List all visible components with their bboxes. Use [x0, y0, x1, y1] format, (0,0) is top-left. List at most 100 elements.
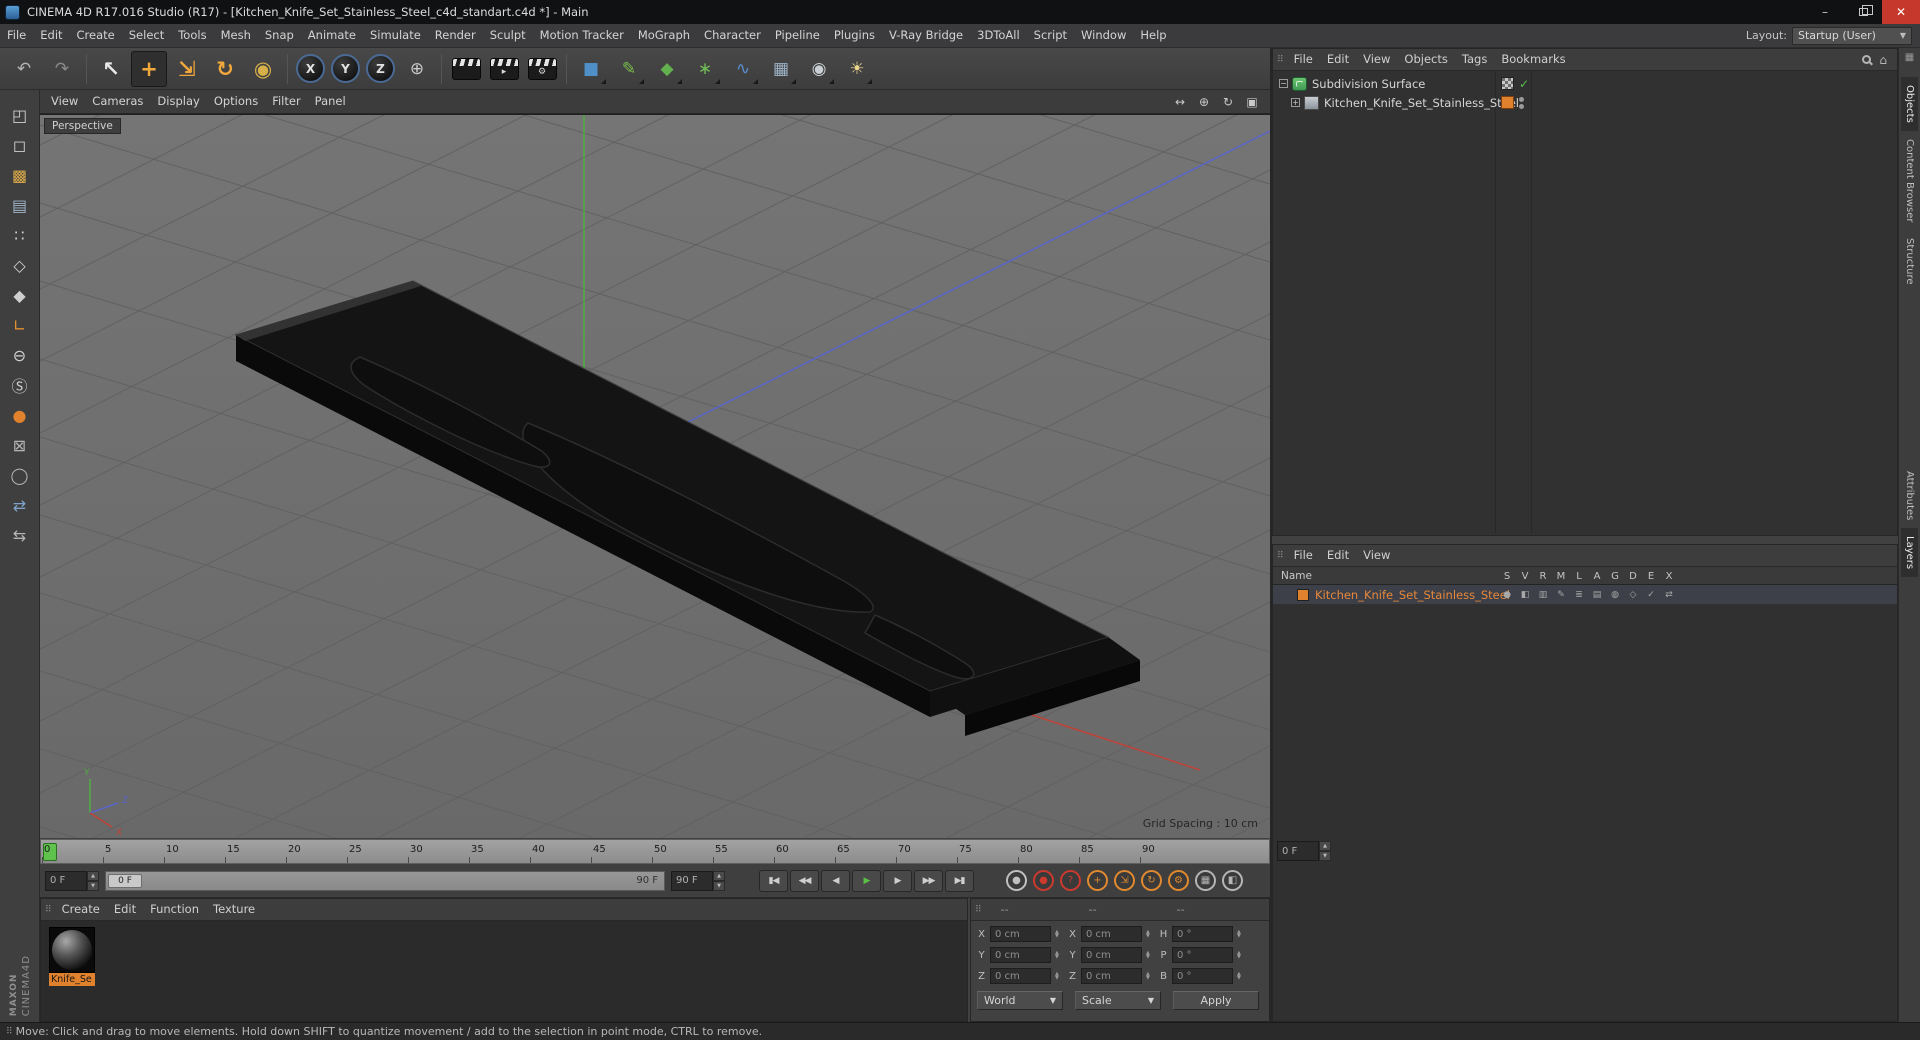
toolbar-button[interactable]: ☀	[839, 51, 875, 87]
layer-toggle[interactable]: ≣	[1570, 590, 1588, 600]
menu-item[interactable]: Sculpt	[483, 24, 533, 47]
layer-toggle[interactable]: ▥	[1534, 590, 1552, 600]
position-field[interactable]: 0 cm	[990, 947, 1051, 963]
object-manager-menu-item[interactable]: Tags	[1455, 49, 1494, 70]
x-axis-lock-button[interactable]: X	[296, 54, 325, 83]
layer-toggle[interactable]: ✎	[1552, 590, 1570, 600]
field-stepper[interactable]: ▲ ▼	[1055, 972, 1064, 981]
menu-item[interactable]: Create	[70, 24, 122, 47]
maximize-button[interactable]	[1844, 0, 1882, 24]
size-field[interactable]: 0 cm	[1081, 968, 1142, 984]
step-up-icon[interactable]: ▲	[1319, 841, 1331, 851]
palette-button[interactable]: ◰	[4, 100, 36, 130]
material-tag-icon[interactable]	[1501, 96, 1514, 109]
step-up-icon[interactable]: ▲	[713, 870, 725, 881]
field-stepper[interactable]: ▲ ▼	[1146, 972, 1155, 981]
viewport-menu-item[interactable]: Display	[150, 90, 206, 113]
toolbar-button[interactable]: ∿	[725, 51, 761, 87]
step-down-icon[interactable]: ▼	[87, 880, 99, 891]
dock-tab[interactable]: Attributes	[1901, 463, 1918, 528]
viewport-nav-icon[interactable]: ↔	[1172, 95, 1188, 109]
object-manager-menu-item[interactable]: File	[1287, 49, 1320, 70]
field-stepper[interactable]: ▲ ▼	[1146, 930, 1155, 939]
rotation-field[interactable]: 0 °	[1172, 947, 1233, 963]
field-stepper[interactable]: ▲ ▼	[1237, 930, 1246, 939]
layer-toggle[interactable]: ⇄	[1660, 590, 1678, 600]
enabled-check-icon[interactable]: ✓	[1519, 77, 1529, 91]
keyframe-button[interactable]: ◧	[1222, 870, 1243, 891]
palette-button[interactable]: ◯	[4, 460, 36, 490]
layer-menu-item[interactable]: Edit	[1320, 545, 1356, 566]
viewport-nav-icon[interactable]: ▣	[1244, 95, 1260, 109]
toolbar-button[interactable]: ↻	[207, 51, 243, 87]
menu-item[interactable]: Edit	[33, 24, 69, 47]
expand-icon[interactable]: +	[1291, 98, 1300, 107]
field-stepper[interactable]: ▲ ▼	[1146, 951, 1155, 960]
dock-tab[interactable]: Structure	[1901, 230, 1918, 293]
visibility-dots-icon[interactable]	[1519, 96, 1524, 109]
palette-button[interactable]: ▤	[4, 190, 36, 220]
keyframe-button[interactable]: ▦	[1195, 870, 1216, 891]
render-button[interactable]: ▸	[486, 51, 522, 87]
transport-button[interactable]: ▶	[852, 869, 881, 892]
palette-button[interactable]: ⇄	[4, 490, 36, 520]
menu-item[interactable]: Motion Tracker	[533, 24, 631, 47]
viewport-nav-icon[interactable]: ↻	[1220, 95, 1236, 109]
viewport-menu-item[interactable]: View	[44, 90, 85, 113]
transport-button[interactable]: ▮◀	[759, 869, 788, 892]
transport-button[interactable]: ◀	[821, 869, 850, 892]
palette-button[interactable]: ⊖	[4, 340, 36, 370]
position-field[interactable]: 0 cm	[990, 926, 1051, 942]
palette-button[interactable]: ⊠	[4, 430, 36, 460]
palette-button[interactable]: ⇆	[4, 520, 36, 550]
menu-item[interactable]: File	[0, 24, 33, 47]
position-field[interactable]: 0 cm	[990, 968, 1051, 984]
toolbar-button[interactable]: ▦	[763, 51, 799, 87]
object-manager-menu-item[interactable]: View	[1356, 49, 1397, 70]
home-icon[interactable]: ⌂	[1879, 53, 1887, 67]
grip-icon[interactable]: ⠿	[45, 905, 52, 915]
menu-item[interactable]: MoGraph	[631, 24, 697, 47]
field-stepper[interactable]: ▲ ▼	[1055, 951, 1064, 960]
menu-item[interactable]: Script	[1027, 24, 1074, 47]
keyframe-button[interactable]: ⚙	[1168, 870, 1189, 891]
material-menu-item[interactable]: Function	[143, 899, 206, 920]
grip-icon[interactable]: ⠿	[1277, 55, 1284, 65]
coordinate-system-button[interactable]: ⊕	[399, 51, 435, 87]
rotation-field[interactable]: 0 °	[1172, 926, 1233, 942]
viewport-menu-item[interactable]: Cameras	[85, 90, 150, 113]
transport-button[interactable]: ▶▶	[914, 869, 943, 892]
viewport-menu-item[interactable]: Filter	[265, 90, 307, 113]
toolbar-button[interactable]: ⇲	[169, 51, 205, 87]
step-down-icon[interactable]: ▼	[713, 880, 725, 891]
layer-toggle[interactable]: ◍	[1606, 590, 1624, 600]
rotation-field[interactable]: 0 °	[1172, 968, 1233, 984]
menu-item[interactable]: Pipeline	[768, 24, 827, 47]
menu-item[interactable]: Select	[122, 24, 171, 47]
object-row-knife-set[interactable]: + Kitchen_Knife_Set_Stainless_Steel	[1273, 93, 1897, 112]
palette-button[interactable]: Ⓢ	[4, 370, 36, 400]
toolbar-button[interactable]: ↷	[44, 51, 80, 87]
keyframe-button[interactable]: ⇲	[1114, 870, 1135, 891]
scale-mode-select[interactable]: Scale ▼	[1075, 991, 1161, 1010]
layer-toggle[interactable]: ◧	[1516, 590, 1534, 600]
field-stepper[interactable]: ▲ ▼	[1237, 972, 1246, 981]
keyframe-button[interactable]: ?	[1060, 870, 1081, 891]
palette-button[interactable]: ◻	[4, 130, 36, 160]
viewport-view-label[interactable]: Perspective	[44, 118, 121, 134]
menu-item[interactable]: 3DToAll	[970, 24, 1027, 47]
layer-row[interactable]: Kitchen_Knife_Set_Stainless_Steel ● ◧ ▥ ✎ ≣ ▤…	[1273, 585, 1897, 604]
keyframe-button[interactable]: ↻	[1141, 870, 1162, 891]
palette-button[interactable]: ◇	[4, 250, 36, 280]
keyframe-button[interactable]: +	[1087, 870, 1108, 891]
layer-menu-item[interactable]: File	[1287, 545, 1320, 566]
grip-icon[interactable]: ⠿	[1277, 551, 1284, 561]
menu-item[interactable]: Animate	[301, 24, 363, 47]
layer-toggle[interactable]: ●	[1498, 590, 1516, 600]
dock-tab[interactable]: Layers	[1901, 528, 1918, 578]
y-axis-lock-button[interactable]: Y	[331, 54, 360, 83]
power-slider-handle[interactable]: 0 F	[108, 873, 142, 888]
viewport-nav-icon[interactable]: ⊕	[1196, 95, 1212, 109]
material-menu-item[interactable]: Edit	[107, 899, 143, 920]
layout-select[interactable]: Startup (User) ▼	[1792, 26, 1912, 45]
